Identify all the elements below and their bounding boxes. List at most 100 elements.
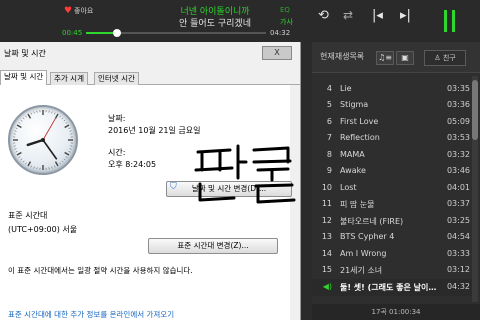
album-view-icon[interactable]: ▣ bbox=[396, 51, 414, 65]
playlist-row[interactable]: 4 Lie 03:35 bbox=[312, 81, 472, 98]
track-number: 12 bbox=[321, 215, 332, 225]
track-title: 불타오르네 (FIRE) bbox=[340, 216, 404, 226]
track-title: Reflection bbox=[340, 133, 380, 142]
track-duration: 03:25 bbox=[446, 215, 470, 225]
friend-label: 친구 bbox=[442, 54, 456, 62]
track-title: Awake bbox=[340, 166, 366, 175]
dst-note: 이 표준 시간대에서는 일광 절약 시간을 사용하지 않습니다. bbox=[8, 266, 193, 275]
clock-tick bbox=[64, 124, 70, 129]
track-duration: 03:32 bbox=[446, 149, 470, 159]
shuffle-icon[interactable]: ⇄ bbox=[343, 8, 353, 22]
playlist-row[interactable]: 14 Am I Wrong 03:33 bbox=[312, 246, 472, 263]
pause-icon[interactable] bbox=[444, 10, 456, 32]
playlist-panel: 현재재생목록 ♫≡ ▣ ♙ 친구 3Dope04:034Lie03:355Sti… bbox=[312, 42, 480, 320]
track-number: 8 bbox=[326, 149, 332, 159]
track-duration: 03:33 bbox=[446, 248, 470, 258]
playlist-row[interactable]: 15 21세기 소녀 03:12 bbox=[312, 262, 472, 279]
next-track-icon[interactable]: ▸| bbox=[400, 8, 411, 23]
playlist-row[interactable]: 11 피 땀 눈물 03:37 bbox=[312, 196, 472, 213]
tab-date-time[interactable]: 날짜 및 시간 bbox=[0, 70, 48, 85]
close-button[interactable]: X bbox=[262, 46, 292, 60]
track-duration: 04:54 bbox=[446, 232, 470, 241]
track-title: Lie bbox=[340, 83, 352, 93]
clock-tick bbox=[18, 156, 21, 158]
tab-additional-clocks[interactable]: 추가 시계 bbox=[50, 72, 88, 85]
playlist-row[interactable]: 7 Reflection 03:53 bbox=[312, 130, 472, 147]
clock-tick bbox=[54, 113, 59, 119]
playlist-row[interactable]: 12 불타오르네 (FIRE) 03:25 bbox=[312, 213, 472, 230]
clock-tick bbox=[14, 130, 17, 132]
track-number: 9 bbox=[326, 166, 332, 175]
current-lyric: 안 들어도 구리겠네 bbox=[179, 19, 251, 29]
timezone-value: (UTC+09:00) 서울 bbox=[8, 225, 78, 234]
clock-tick bbox=[30, 165, 32, 168]
time-value: 오후 8:24:05 bbox=[108, 160, 157, 169]
now-playing-icon: ◀) bbox=[322, 281, 332, 291]
track-number: 15 bbox=[321, 265, 332, 274]
clock-tick bbox=[69, 148, 72, 150]
clock-tick bbox=[15, 127, 18, 129]
progress-bar[interactable] bbox=[86, 29, 266, 37]
playlist-scrollbar[interactable] bbox=[472, 76, 478, 302]
date-value: 2016년 10월 21일 금요일 bbox=[108, 126, 201, 135]
playlist-row[interactable]: ◀) 둘! 셋! (그래도 좋은 날이… 04:32 bbox=[312, 278, 472, 296]
heart-icon[interactable]: ♥ bbox=[64, 6, 72, 16]
track-number: 4 bbox=[326, 83, 332, 93]
track-duration: 04:32 bbox=[446, 281, 470, 291]
list-view-icon[interactable]: ♫≡ bbox=[376, 51, 394, 65]
repeat-icon[interactable]: ⟲ bbox=[318, 8, 329, 23]
scrollbar-thumb[interactable] bbox=[472, 80, 478, 140]
change-timezone-button[interactable]: 표준 시간대 변경(Z)... bbox=[148, 238, 278, 254]
track-duration: 03:53 bbox=[446, 133, 470, 142]
clock-tick bbox=[16, 151, 22, 156]
playlist-summary: 17곡 01:00:34 bbox=[312, 304, 480, 320]
playlist-rows: 3Dope04:034Lie03:355Stigma03:366First Lo… bbox=[312, 76, 480, 308]
track-title: MAMA bbox=[340, 149, 365, 159]
lyrics-button[interactable]: 가사 bbox=[280, 17, 293, 27]
playlist-row[interactable]: 10 Lost 04:01 bbox=[312, 180, 472, 197]
track-number: 6 bbox=[326, 116, 332, 126]
eq-button[interactable]: EQ bbox=[280, 6, 290, 14]
tab-strip: 날짜 및 시간 추가 시계 인터넷 시간 bbox=[0, 70, 300, 85]
playlist-row[interactable]: 8 MAMA 03:32 bbox=[312, 147, 472, 164]
track-number: 13 bbox=[321, 232, 332, 241]
clock-tick bbox=[51, 166, 53, 169]
playlist-row[interactable]: 5 Stigma 03:36 bbox=[312, 97, 472, 114]
second-hand bbox=[42, 118, 56, 141]
track-title: BTS Cypher 4 bbox=[340, 232, 395, 241]
track-number: 5 bbox=[326, 100, 332, 109]
tab-current-playlist[interactable]: 현재재생목록 bbox=[320, 51, 364, 62]
playlist-row[interactable]: 9 Awake 03:46 bbox=[312, 163, 472, 180]
player-top-bar: ♥ 좋아요 너넨 아이돌이니까 안 들어도 구리겠네 EQ 가사 00:45 0… bbox=[0, 0, 480, 42]
track-duration: 05:09 bbox=[446, 116, 470, 126]
clock-tick bbox=[27, 161, 32, 167]
track-number: 14 bbox=[321, 248, 332, 258]
clock-tick bbox=[51, 111, 53, 114]
progress-knob[interactable] bbox=[112, 29, 121, 37]
clock-tick bbox=[59, 115, 61, 118]
friend-button[interactable]: ♙ 친구 bbox=[424, 50, 466, 66]
clock-tick bbox=[20, 158, 23, 161]
timezone-info-link[interactable]: 표준 시간대에 대한 추가 정보를 온라인에서 가져오기 bbox=[8, 309, 174, 320]
clock-tick bbox=[22, 117, 25, 120]
clock-tick bbox=[16, 124, 22, 129]
tab-internet-time[interactable]: 인터넷 시간 bbox=[94, 72, 139, 85]
playlist-row[interactable]: 13 BTS Cypher 4 04:54 bbox=[312, 229, 472, 246]
time-elapsed: 00:45 bbox=[62, 29, 83, 37]
clock-tick bbox=[20, 119, 23, 122]
track-title: Stigma bbox=[340, 100, 369, 109]
uac-shield-icon: ⛉ bbox=[170, 182, 177, 192]
likes-label[interactable]: 좋아요 bbox=[74, 6, 93, 16]
clock-tick bbox=[64, 151, 70, 156]
clock-tick bbox=[25, 162, 27, 165]
playlist-row[interactable]: 6 First Love 05:09 bbox=[312, 114, 472, 131]
track-number: 7 bbox=[326, 133, 332, 142]
track-duration: 03:12 bbox=[446, 265, 470, 274]
clock-tick bbox=[69, 130, 72, 132]
clock-tick bbox=[33, 111, 35, 114]
clock-tick bbox=[54, 161, 59, 167]
clock-tick bbox=[68, 127, 71, 129]
clock-tick bbox=[27, 113, 32, 119]
previous-track-icon[interactable]: |◂ bbox=[372, 8, 383, 23]
handwritten-annotation bbox=[194, 144, 296, 204]
